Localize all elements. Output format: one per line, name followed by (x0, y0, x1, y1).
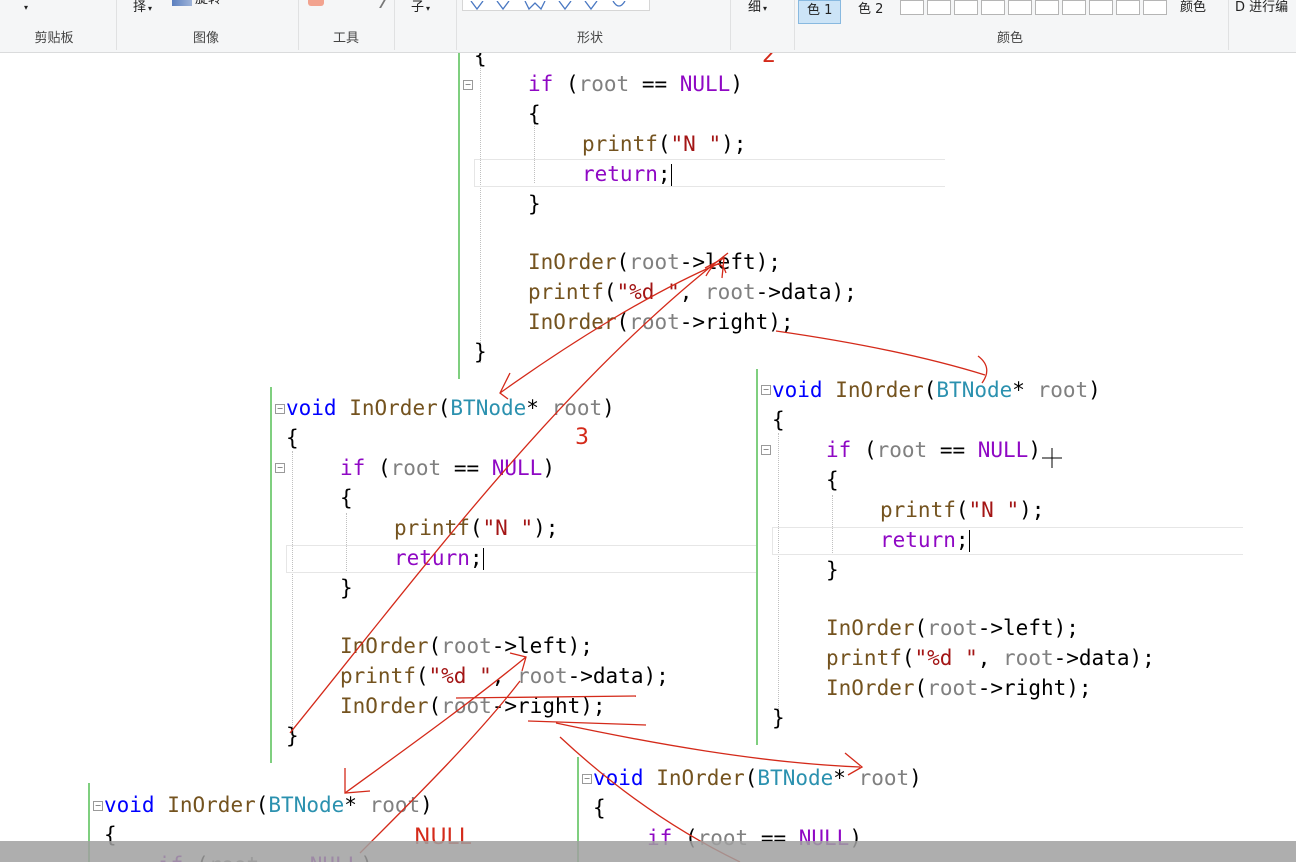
arrow-head (844, 752, 864, 776)
group-label-clipboard: 剪贴板 (34, 31, 74, 46)
eraser-icon[interactable] (308, 0, 324, 6)
color2-button[interactable]: 色 2 (850, 0, 891, 22)
paint-canvas[interactable]: − { if (root == NULL) { printf("N "); re… (0, 53, 1296, 862)
arrow-stroke (289, 252, 729, 734)
color-swatch[interactable] (954, 0, 978, 15)
group-divider (456, 0, 457, 50)
color-swatch[interactable] (1062, 0, 1086, 15)
ribbon: ▾ 择▾ 旋转 子▾ 细▾ 色 1 色 2 颜色 D 进行编 剪贴板 图像 工具… (0, 0, 1296, 53)
chevron-down-icon: ▾ (426, 4, 431, 13)
underline-stroke (455, 695, 637, 699)
chevron-down-icon: ▾ (148, 4, 153, 13)
paste-dropdown-caret[interactable]: ▾ (24, 0, 28, 18)
group-label-shapes: 形状 (576, 31, 603, 46)
group-divider (730, 0, 731, 50)
arrow-head (499, 372, 511, 400)
select-label: 择 (133, 0, 147, 15)
group-label-image: 图像 (192, 31, 219, 46)
shapes-gallery[interactable] (462, 0, 650, 11)
annotation-ink-strokes (289, 252, 1062, 862)
color-swatch[interactable] (1143, 0, 1167, 15)
arrow-head (344, 768, 371, 794)
color1-button[interactable]: 色 1 (798, 0, 842, 24)
underline-stroke (527, 720, 647, 726)
color-swatch[interactable] (900, 0, 924, 15)
color-swatch[interactable] (1008, 0, 1032, 15)
arrow-stroke (359, 680, 521, 854)
color-picker-icon[interactable] (365, 0, 387, 8)
rotate-icon (172, 0, 192, 6)
color-swatch[interactable] (1116, 0, 1140, 15)
size-button[interactable]: 细 ▾ (748, 0, 767, 18)
group-divider (794, 0, 795, 50)
group-label-tools: 工具 (332, 31, 359, 46)
group-divider (1228, 0, 1229, 50)
brushes-button[interactable]: 子 ▾ (411, 0, 430, 18)
color-swatch[interactable] (1035, 0, 1059, 15)
arrow-stroke (344, 656, 527, 794)
shape-thumbnails-icon (470, 0, 626, 11)
color-swatch[interactable] (927, 0, 951, 15)
arrow-head (977, 355, 988, 384)
arrow-stroke (775, 330, 986, 376)
size-label: 细 (748, 0, 762, 15)
arrow-stroke (499, 262, 721, 394)
rotate-button[interactable]: 旋转 (195, 0, 221, 10)
edit-colors-button[interactable]: 颜色 (1180, 0, 1206, 18)
crosshair-cursor-icon (1042, 448, 1062, 468)
chevron-down-icon: ▾ (763, 4, 768, 13)
select-button[interactable]: 择 ▾ (133, 0, 152, 18)
group-divider (394, 0, 395, 50)
group-label-colors: 颜色 (996, 31, 1023, 46)
group-divider (116, 0, 117, 50)
color-swatch[interactable] (1089, 0, 1113, 15)
paint3d-button[interactable]: D 进行编 (1235, 0, 1288, 18)
bottom-overlay-bar (0, 841, 1296, 862)
group-divider (298, 0, 299, 50)
color-swatch[interactable] (981, 0, 1005, 15)
arrow-stroke (555, 722, 861, 768)
brush-label: 子 (411, 0, 425, 15)
